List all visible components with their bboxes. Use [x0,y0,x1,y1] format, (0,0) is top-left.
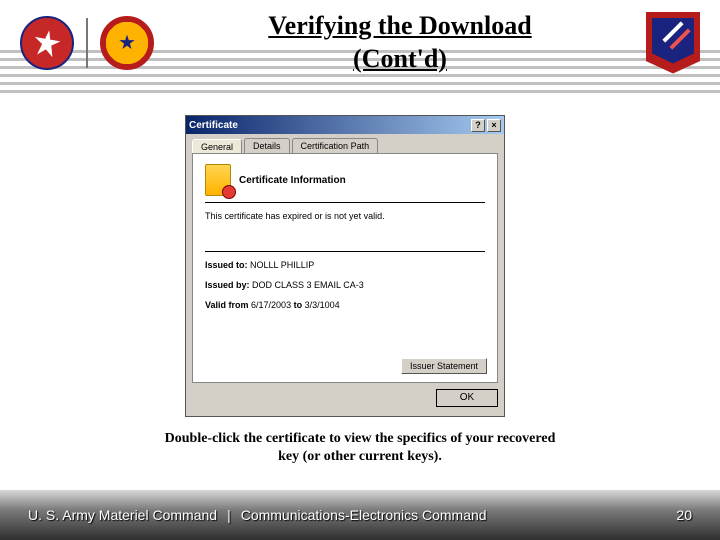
dialog-button-row: OK [186,389,504,413]
help-button[interactable]: ? [471,119,485,132]
tabs-row: General Details Certification Path [186,134,504,153]
valid-to-value: 3/3/1004 [305,300,340,310]
issued-to-value: NOLLL PHILLIP [250,260,314,270]
cert-info-heading: Certificate Information [239,175,346,186]
slide-caption: Double-click the certificate to view the… [0,430,720,466]
amc-logo-icon [20,16,74,70]
footer-separator: | [227,507,231,523]
title-line-2: (Cont'd) [353,44,447,73]
valid-from-label: Valid from [205,300,249,310]
footer-mid-text: Communications-Electronics Command [241,507,487,523]
certificate-icon [205,164,231,196]
issued-to-row: Issued to: NOLLL PHILLIP [205,260,485,270]
cert-info-header: Certificate Information [205,164,485,203]
tab-general[interactable]: General [192,139,242,154]
left-logos [20,16,154,70]
star-emblem-icon [100,16,154,70]
caption-line-2: key (or other current keys). [278,449,442,464]
valid-row: Valid from 6/17/2003 to 3/3/1004 [205,300,485,310]
crest-shield-icon [646,12,700,74]
logo-divider [86,18,88,68]
slide-header: Verifying the Download (Cont'd) [0,0,720,75]
close-button[interactable]: × [487,119,501,132]
valid-to-word: to [294,300,303,310]
caption-line-1: Double-click the certificate to view the… [165,431,556,446]
cert-warning-text: This certificate has expired or is not y… [205,211,485,221]
certificate-dialog: Certificate ? × General Details Certific… [185,115,505,417]
issued-by-value: DOD CLASS 3 EMAIL CA-3 [252,280,364,290]
issued-to-label: Issued to: [205,260,248,270]
slide-footer: U. S. Army Materiel Command | Communicat… [0,490,720,540]
issued-by-row: Issued by: DOD CLASS 3 EMAIL CA-3 [205,280,485,290]
title-line-1: Verifying the Download [268,11,531,40]
dialog-titlebar: Certificate ? × [186,116,504,134]
issued-by-label: Issued by: [205,280,250,290]
tab-certification-path[interactable]: Certification Path [292,138,379,153]
ok-button[interactable]: OK [436,389,498,407]
footer-left-text: U. S. Army Materiel Command [28,507,217,523]
meta-divider [205,251,485,252]
tab-details[interactable]: Details [244,138,290,153]
page-number: 20 [676,507,692,523]
page-title: Verifying the Download (Cont'd) [154,10,646,75]
dialog-title: Certificate [189,120,238,131]
tab-panel-general: Certificate Information This certificate… [192,153,498,383]
valid-from-value: 6/17/2003 [251,300,291,310]
issuer-statement-button[interactable]: Issuer Statement [401,358,487,374]
